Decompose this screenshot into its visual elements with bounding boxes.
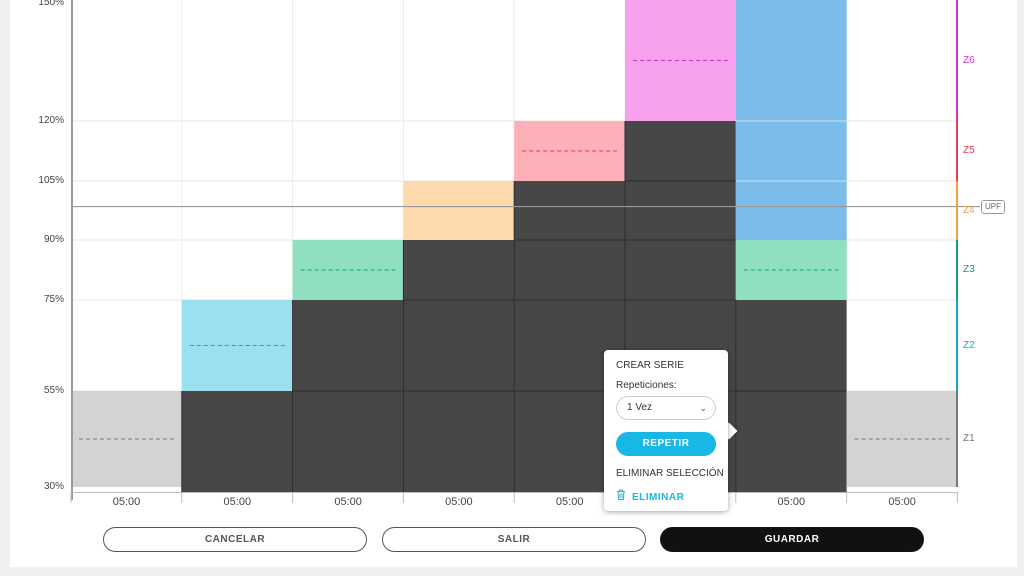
y-axis-label: 30% [43, 481, 64, 492]
zone-label: Z1 [963, 433, 975, 444]
repetitions-value: 1 Vez [627, 402, 653, 413]
repetitions-label: Repeticiones: [616, 380, 677, 391]
segment-selected-block [403, 240, 515, 492]
save-button[interactable]: GUARDAR [660, 527, 924, 552]
repeat-button[interactable]: REPETIR [616, 432, 716, 456]
x-axis-label: 05:00 [777, 496, 806, 508]
segment-upper-block [735, 0, 847, 240]
zone-label: Z6 [963, 54, 975, 66]
repetitions-select[interactable]: 1 Vez ⌄ [616, 396, 716, 420]
y-axis-label: 75% [43, 294, 64, 305]
upf-badge: UPF [981, 200, 1005, 214]
create-series-title: CREAR SERIE [616, 360, 684, 371]
y-axis-label: 150% [38, 0, 64, 8]
delete-button[interactable]: ELIMINAR [616, 489, 684, 503]
zone-label: Z4 [963, 204, 975, 216]
y-axis-label: 105% [38, 175, 64, 186]
create-series-popup: CREAR SERIE Repeticiones: 1 Vez ⌄ REPETI… [604, 350, 728, 511]
cancel-button[interactable]: CANCELAR [103, 527, 367, 552]
zone-label: Z2 [963, 339, 975, 351]
delete-button-label: ELIMINAR [632, 492, 685, 503]
y-axis-label: 55% [43, 385, 64, 396]
delete-selection-title: ELIMINAR SELECCIÓN [616, 468, 724, 479]
segment-target-block [403, 181, 515, 240]
chevron-down-icon: ⌄ [699, 403, 707, 413]
x-axis-label: 05:00 [888, 496, 916, 508]
segment-selected-block [735, 300, 847, 492]
segment-selected-block [181, 391, 293, 492]
y-axis-label: 90% [43, 234, 64, 245]
zone-label: Z5 [963, 145, 975, 156]
exit-button[interactable]: SALIR [382, 527, 646, 552]
x-axis-label: 05:00 [223, 496, 252, 508]
zone-label: Z3 [963, 264, 975, 275]
y-axis-label: 120% [38, 115, 64, 126]
workout-chart[interactable] [0, 0, 1024, 576]
segment-selected-block [292, 300, 404, 492]
x-axis-label: 05:00 [445, 496, 473, 508]
x-axis-label: 05:00 [334, 496, 362, 508]
x-axis-label: 05:00 [112, 496, 141, 508]
trash-icon [616, 489, 628, 503]
